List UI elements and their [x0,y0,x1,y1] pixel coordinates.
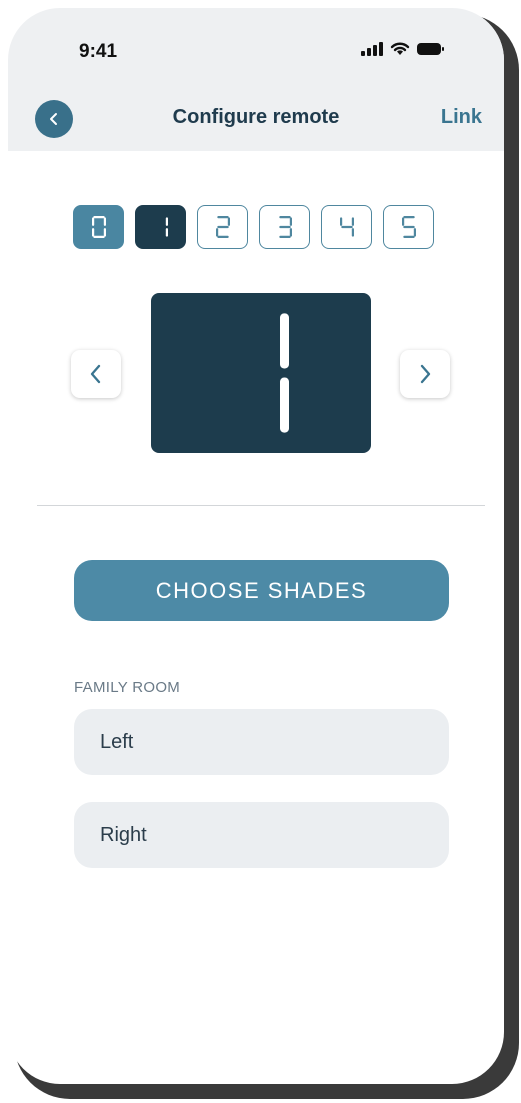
battery-icon [417,42,444,55]
shade-item-left[interactable]: Left [74,709,449,775]
seven-segment-digit-small [215,216,230,238]
channel-option-5[interactable]: 5 [383,205,434,249]
digit-segment [216,225,229,229]
seven-segment-digit-small [165,217,168,237]
page-title: Configure remote [172,106,340,128]
signal-icon [361,41,383,56]
digit-segment [280,377,289,433]
digit-segment [402,225,415,229]
channel-selector: 012345 [73,205,434,249]
seven-segment-digit-small [401,216,416,238]
channel-option-0[interactable]: 0 [73,205,124,249]
channel-option-4[interactable]: 4 [321,205,372,249]
digit-segment [413,228,416,237]
choose-shades-button[interactable]: CHOOSE SHADES [74,560,449,621]
digit-segment [278,225,291,229]
digit-segment [91,217,94,226]
digit-segment [402,235,415,238]
channel-option-1[interactable]: 1 [135,205,186,249]
digit-segment [165,217,168,226]
channel-display: 1 [151,293,371,453]
chevron-left-icon [90,364,101,384]
digit-segment [278,216,291,219]
digit-segment [165,228,168,237]
seven-segment-digit-small [278,216,292,238]
digit-segment [401,217,404,226]
digit-segment [289,217,292,226]
digit-segment [91,228,94,237]
digit-segment [289,228,292,237]
digit-segment [215,228,218,237]
status-icons [361,41,444,56]
room-label: FAMILY ROOM [74,679,181,696]
next-channel-button[interactable] [400,350,450,398]
digit-segment [103,217,106,226]
link-button[interactable]: Link [441,106,482,129]
digit-segment [216,216,229,219]
digit-segment [351,217,354,226]
digit-segment [92,235,105,238]
seven-segment-digit [280,313,289,433]
seven-segment-digit-small [91,216,106,238]
digit-segment [280,313,289,369]
digit-segment [340,225,353,229]
digit-segment [103,228,106,237]
wifi-icon [390,42,410,55]
digit-segment [227,217,230,226]
seven-segment-digit-small [339,217,354,237]
phone-screen: 9:41 Configure remote Link 012345 1 [8,8,504,1084]
previous-channel-button[interactable] [71,350,121,398]
digit-segment [339,217,342,226]
status-time: 9:41 [79,41,118,62]
channel-option-3[interactable]: 3 [259,205,310,249]
digit-segment [351,228,354,237]
chevron-right-icon [420,364,431,384]
digit-segment [216,235,229,238]
header-band [8,8,504,151]
digit-segment [92,216,105,219]
digit-segment [278,235,291,238]
shade-item-right[interactable]: Right [74,802,449,868]
divider [37,505,485,506]
digit-segment [402,216,415,219]
channel-option-2[interactable]: 2 [197,205,248,249]
